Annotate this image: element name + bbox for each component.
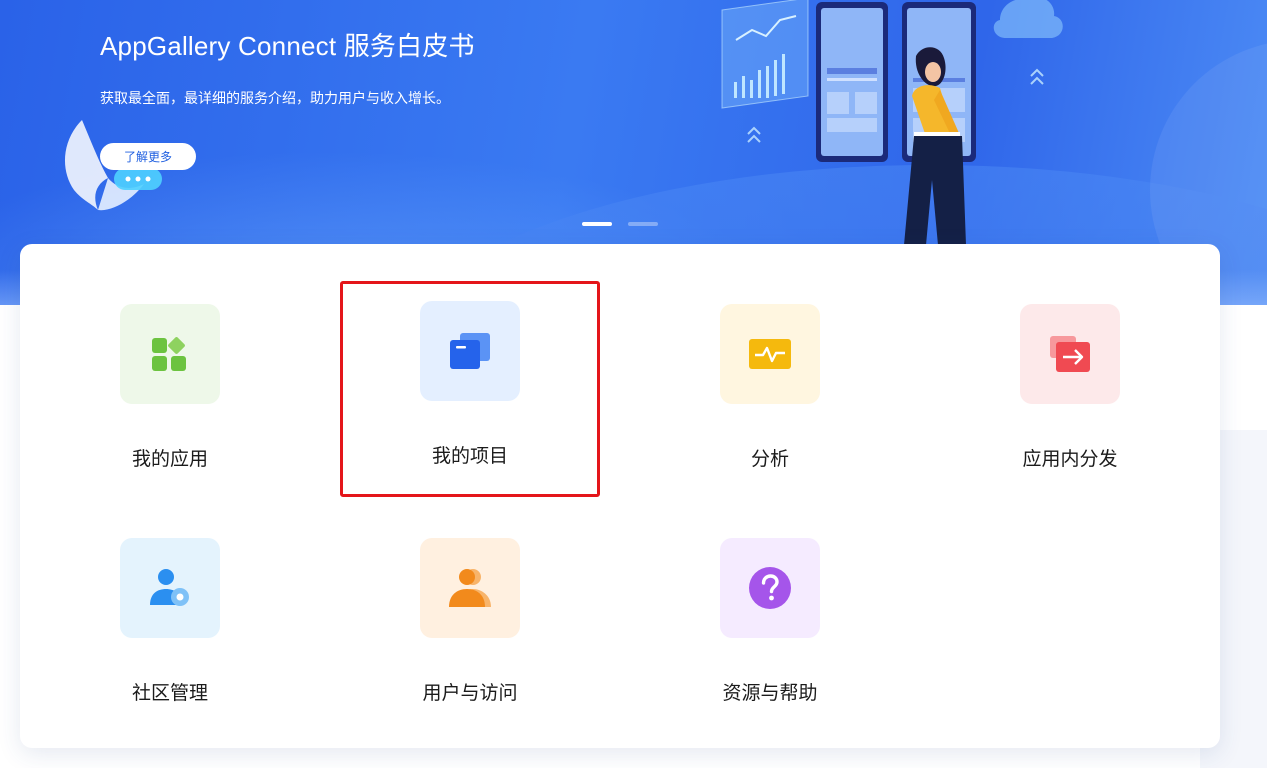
banner-illustration — [721, 0, 1063, 245]
services-card: 我的应用 我的项目 分析 应用内分发 社区管理 用户与访问 资源与帮助 — [20, 244, 1220, 748]
users-access-icon-box — [420, 538, 520, 638]
user-gear-icon — [150, 569, 189, 606]
phone-graphic-1 — [816, 2, 888, 162]
distribution-icon-box — [1020, 304, 1120, 404]
service-label: 我的应用 — [131, 448, 208, 470]
carousel-dot-1[interactable] — [582, 222, 612, 226]
service-tile-analytics[interactable]: 分析 — [640, 284, 900, 500]
service-label: 分析 — [750, 448, 789, 470]
project-stack-icon — [450, 333, 490, 369]
banner-subtitle: 获取最全面，最详细的服务介绍，助力用户与收入增长。 — [100, 91, 450, 107]
distribution-arrow-icon — [1050, 336, 1090, 372]
service-tile-resources-help[interactable]: 资源与帮助 — [640, 518, 900, 734]
users-icon — [449, 569, 491, 607]
service-tile-users-access[interactable]: 用户与访问 — [340, 518, 600, 734]
carousel-indicators — [582, 222, 658, 226]
service-tile-in-app-distribution[interactable]: 应用内分发 — [940, 284, 1200, 500]
service-label: 我的项目 — [431, 445, 508, 467]
service-label: 应用内分发 — [1022, 448, 1118, 470]
service-tile-my-apps[interactable]: 我的应用 — [40, 284, 300, 500]
service-tile-community-management[interactable]: 社区管理 — [40, 518, 300, 734]
carousel-dot-2[interactable] — [628, 222, 658, 226]
community-icon-box — [120, 538, 220, 638]
cloud-graphic — [993, 0, 1063, 38]
my-projects-icon-box — [420, 301, 520, 401]
resources-help-icon-box — [720, 538, 820, 638]
learn-more-button[interactable]: 了解更多 — [100, 143, 196, 170]
analytics-pulse-icon — [749, 339, 791, 369]
service-label: 用户与访问 — [422, 682, 518, 704]
service-label: 资源与帮助 — [722, 682, 818, 704]
help-question-icon — [749, 567, 791, 609]
analytics-icon-box — [720, 304, 820, 404]
my-apps-icon-box — [120, 304, 220, 404]
service-tile-my-projects[interactable]: 我的项目 — [340, 281, 600, 497]
banner-title: AppGallery Connect 服务白皮书 — [100, 31, 475, 61]
apps-grid-icon — [152, 337, 186, 371]
service-label: 社区管理 — [131, 682, 208, 704]
